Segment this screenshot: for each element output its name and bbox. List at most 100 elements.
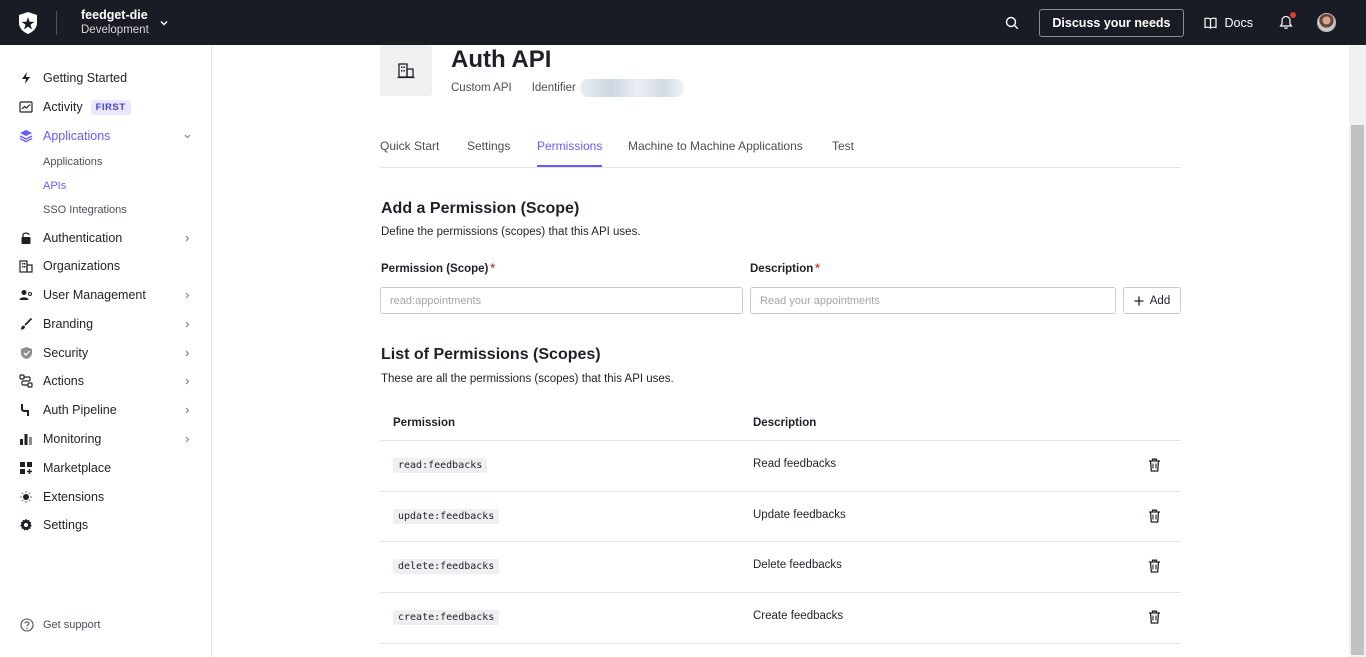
trash-icon[interactable] [1148,610,1161,624]
trash-icon[interactable] [1148,559,1161,574]
chevron-right-icon[interactable] [183,232,192,246]
permissions-table: Permission Description read:feedbacks Re… [380,406,1181,644]
table-row: read:feedbacks Read feedbacks [380,441,1181,492]
tab-test[interactable]: Test [832,139,854,167]
required-asterisk: * [490,263,495,275]
sidebar-item-activity[interactable]: Activity FIRST [18,95,194,119]
add-permission-button[interactable]: Add [1123,287,1181,314]
sidebar-item-label: Monitoring [43,432,102,446]
scrollbar-thumb[interactable] [1351,125,1364,655]
sidebar-item-monitoring[interactable]: Monitoring [18,427,194,451]
sidebar-item-user-management[interactable]: User Management [18,283,194,307]
get-support-link[interactable]: Get support [20,618,100,632]
lock-icon [18,230,34,246]
sidebar-subitem-sso-integrations[interactable]: SSO Integrations [43,204,127,216]
trash-icon[interactable] [1148,509,1161,523]
sidebar-item-label: Activity [43,100,83,114]
chevron-right-icon[interactable] [183,433,192,447]
top-bar: feedget-die Development Discuss your nee… [0,0,1366,45]
sidebar-item-label: User Management [43,288,146,302]
bar-chart-icon [18,431,34,447]
sidebar-item-label: Marketplace [43,461,112,475]
tenant-name: feedget-die [81,7,148,22]
sidebar-item-authentication[interactable]: Authentication [18,226,194,250]
permission-scope-code: read:feedbacks [393,458,488,473]
notifications-bell-icon[interactable] [1279,12,1296,30]
sidebar: Getting Started Activity FIRST Applicati… [0,45,212,657]
avatar[interactable] [1317,13,1336,32]
discuss-your-needs-button[interactable]: Discuss your needs [1039,8,1184,37]
sidebar-subitem-applications[interactable]: Applications [43,156,102,168]
grid-plus-icon [18,460,34,476]
shield-icon [18,345,34,361]
sidebar-item-actions[interactable]: Actions [18,369,194,393]
description-label-text: Description [750,263,814,275]
chevron-right-icon[interactable] [183,375,192,389]
tab-settings[interactable]: Settings [467,139,510,167]
permission-scope-label: Permission (Scope) * [381,263,495,275]
docs-label: Docs [1224,15,1253,30]
sidebar-item-getting-started[interactable]: Getting Started [18,66,194,90]
column-header-description: Description [753,417,817,429]
permission-scope-label-text: Permission (Scope) [381,263,489,275]
layers-icon [18,128,34,144]
activity-icon [18,99,34,115]
tab-quick-start[interactable]: Quick Start [380,139,439,167]
tab-permissions[interactable]: Permissions [537,139,603,167]
chevron-right-icon[interactable] [183,289,192,303]
sidebar-item-applications[interactable]: Applications [18,124,194,148]
sidebar-item-label: Security [43,346,89,360]
sidebar-item-label: Getting Started [43,71,128,85]
sidebar-item-organizations[interactable]: Organizations [18,254,194,278]
add-button-label: Add [1149,294,1171,307]
sidebar-item-label: Branding [43,317,94,331]
sidebar-item-label: Organizations [43,259,121,273]
permission-scope-code: delete:feedbacks [393,559,500,575]
permissions-list-title: List of Permissions (Scopes) [381,346,601,363]
sidebar-item-settings[interactable]: Settings [18,513,194,537]
api-meta: Custom API Identifier [451,79,684,97]
sidebar-item-security[interactable]: Security [18,341,194,365]
permission-description: Delete feedbacks [753,559,842,572]
column-header-permission: Permission [393,417,455,429]
add-permission-title: Add a Permission (Scope) [381,200,580,217]
chevron-right-icon[interactable] [183,347,192,361]
sidebar-subitem-apis[interactable]: APIs [43,180,66,192]
users-icon [18,287,34,303]
permission-scope-code: create:feedbacks [393,610,500,626]
chevron-down-icon[interactable] [183,130,192,144]
sidebar-item-label: Extensions [43,490,105,504]
tenant-switcher[interactable]: feedget-die Development [81,8,149,38]
page-title: Auth API [451,46,552,73]
help-circle-icon [20,618,34,632]
sidebar-item-label: Applications [43,129,111,143]
docs-link[interactable]: Docs [1203,15,1253,30]
table-row: create:feedbacks Create feedbacks [380,593,1181,644]
permission-description-input[interactable] [750,287,1116,314]
page-scrollbar[interactable] [1349,45,1366,657]
brush-icon [18,316,34,332]
table-row: update:feedbacks Update feedbacks [380,492,1181,543]
permission-description: Update feedbacks [753,508,846,521]
sidebar-item-branding[interactable]: Branding [18,312,194,336]
add-permission-description: Define the permissions (scopes) that thi… [381,226,641,238]
chevron-right-icon[interactable] [183,318,192,332]
identifier-value-redacted [579,79,684,97]
get-support-label: Get support [43,619,101,631]
permission-scope-input[interactable] [380,287,743,314]
sidebar-item-marketplace[interactable]: Marketplace [18,456,194,480]
required-asterisk: * [815,263,820,275]
book-icon [1203,17,1217,29]
sidebar-item-auth-pipeline[interactable]: Auth Pipeline [18,398,194,422]
trash-icon[interactable] [1148,458,1161,472]
sidebar-item-label: Auth Pipeline [43,403,117,417]
search-icon[interactable] [1005,16,1019,30]
topbar-divider [56,10,57,35]
permission-scope-code: update:feedbacks [393,508,500,524]
sidebar-item-extensions[interactable]: Extensions [18,485,194,509]
chevron-down-icon[interactable] [159,15,169,33]
chevron-right-icon[interactable] [183,404,192,418]
auth0-logo-icon[interactable] [0,0,56,45]
table-row: delete:feedbacks Delete feedbacks [380,542,1181,594]
tab-machine-to-machine-applications[interactable]: Machine to Machine Applications [628,139,803,167]
